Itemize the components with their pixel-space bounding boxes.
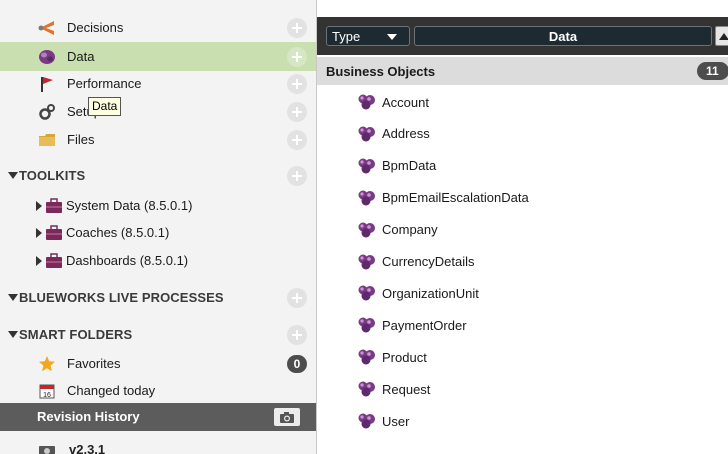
business-object-label: BpmEmailEscalationData xyxy=(382,190,529,206)
nav-item-label: Files xyxy=(67,132,95,147)
chevron-up-icon xyxy=(719,32,728,40)
smart-folder-label: Changed today xyxy=(67,383,156,398)
decisions-icon xyxy=(38,19,56,37)
business-object-item[interactable]: CurrencyDetails xyxy=(357,249,474,275)
gears-icon xyxy=(38,103,56,121)
add-file-button[interactable] xyxy=(287,129,307,150)
snapshot-icon xyxy=(38,441,56,454)
section-title: TOOLKITS xyxy=(19,168,86,183)
nav-item-label: Data xyxy=(67,49,95,64)
nav-item-decisions[interactable]: Decisions xyxy=(0,13,316,42)
panel-toolbar: Type Data xyxy=(317,17,728,55)
toolkit-icon xyxy=(45,252,63,270)
business-object-item[interactable]: Company xyxy=(357,217,438,243)
business-object-item[interactable]: PaymentOrder xyxy=(357,312,467,338)
add-smart-folder-button[interactable] xyxy=(287,324,307,345)
business-object-icon xyxy=(357,348,377,366)
business-object-icon xyxy=(357,380,377,398)
nav-item-performance[interactable]: Performance xyxy=(0,69,316,98)
business-object-label: BpmData xyxy=(382,158,437,174)
business-object-item[interactable]: BpmEmailEscalationData xyxy=(357,185,529,211)
blueworks-section-header[interactable]: BLUEWORKS LIVE PROCESSES xyxy=(0,283,316,312)
business-object-icon xyxy=(357,221,377,239)
business-object-label: Request xyxy=(382,381,431,397)
business-object-icon xyxy=(357,157,377,175)
flag-icon xyxy=(38,75,56,93)
business-object-icon xyxy=(357,284,377,302)
add-decision-button[interactable] xyxy=(287,17,307,38)
business-object-label: Address xyxy=(382,126,430,142)
business-object-label: OrganizationUnit xyxy=(382,285,479,301)
section-title: BLUEWORKS LIVE PROCESSES xyxy=(19,290,224,305)
toolkit-label: Coaches (8.5.0.1) xyxy=(66,225,170,240)
toolkit-item[interactable]: Dashboards (8.5.0.1) xyxy=(0,246,316,275)
smart-folders-section-header[interactable]: SMART FOLDERS xyxy=(0,320,316,349)
toolkit-label: System Data (8.5.0.1) xyxy=(66,198,193,213)
business-object-icon xyxy=(357,316,377,334)
type-filter-dropdown[interactable]: Type xyxy=(326,26,410,46)
toolkit-label: Dashboards (8.5.0.1) xyxy=(66,253,189,268)
section-title: Business Objects xyxy=(326,64,436,79)
nav-item-data[interactable]: Data xyxy=(0,42,316,71)
business-objects-section-header[interactable]: Business Objects 11 xyxy=(317,57,728,85)
business-object-icon xyxy=(357,253,377,271)
add-performance-button[interactable] xyxy=(287,73,307,94)
add-blueworks-process-button[interactable] xyxy=(287,287,307,308)
business-object-item[interactable]: Request xyxy=(357,376,430,402)
toolkit-item[interactable]: System Data (8.5.0.1) xyxy=(0,191,316,220)
business-object-icon xyxy=(357,93,377,111)
business-object-label: CurrencyDetails xyxy=(382,254,475,269)
business-object-icon xyxy=(357,189,377,207)
business-object-item[interactable]: Address xyxy=(357,121,430,147)
revision-history-title: Revision History xyxy=(37,409,140,424)
camera-icon[interactable] xyxy=(274,408,300,426)
smart-folder-changed-today[interactable]: 16 Changed today xyxy=(0,376,316,405)
business-object-item[interactable]: BpmData xyxy=(357,153,436,179)
collapse-panel-button[interactable] xyxy=(715,26,728,46)
data-library-panel: Type Data Business Objects 11 Account Add… xyxy=(316,0,728,454)
business-object-item[interactable]: Product xyxy=(357,344,427,370)
business-object-label: Company xyxy=(382,222,438,238)
business-object-item[interactable]: Account xyxy=(357,89,429,115)
business-object-label: Product xyxy=(382,349,427,365)
business-object-label: User xyxy=(382,413,410,429)
business-object-item[interactable]: OrganizationUnit xyxy=(357,280,479,306)
star-icon xyxy=(38,355,56,373)
revision-version-label: v2.3.1 xyxy=(69,442,106,454)
business-object-icon xyxy=(357,125,377,143)
toolkits-section-header[interactable]: TOOLKITS xyxy=(0,161,316,190)
business-object-icon xyxy=(357,412,377,430)
toolkit-icon xyxy=(45,224,63,242)
toolkit-icon xyxy=(45,197,63,215)
section-title: SMART FOLDERS xyxy=(19,327,133,342)
type-filter-label: Type xyxy=(332,28,361,44)
add-setup-button[interactable] xyxy=(287,101,307,122)
chevron-down-icon xyxy=(387,34,397,40)
panel-title: Data xyxy=(414,26,712,46)
business-object-item[interactable]: User xyxy=(357,408,409,434)
revision-history-header[interactable]: Revision History xyxy=(0,403,316,431)
data-icon xyxy=(38,48,56,66)
nav-item-files[interactable]: Files xyxy=(0,125,316,154)
nav-item-setup[interactable]: Setup xyxy=(0,97,316,126)
designer-canvas-edge xyxy=(317,0,728,17)
toolkit-item[interactable]: Coaches (8.5.0.1) xyxy=(0,218,316,247)
add-toolkit-button[interactable] xyxy=(287,165,307,186)
add-data-button[interactable] xyxy=(287,46,307,67)
revision-item[interactable]: v2.3.1 xyxy=(0,431,316,454)
tooltip: Data xyxy=(88,97,122,116)
library-sidebar: Decisions Data Performance Setup Files D… xyxy=(0,0,316,454)
smart-folder-favorites[interactable]: Favorites 0 xyxy=(0,349,316,378)
business-object-label: PaymentOrder xyxy=(382,317,467,333)
favorites-count-badge: 0 xyxy=(287,354,307,373)
svg-text:16: 16 xyxy=(43,392,51,399)
folder-icon xyxy=(38,131,56,149)
smart-folder-label: Favorites xyxy=(67,356,121,371)
nav-item-label: Decisions xyxy=(67,20,124,35)
nav-item-label: Performance xyxy=(67,76,142,91)
business-objects-count-badge: 11 xyxy=(697,62,728,80)
calendar-icon: 16 xyxy=(38,382,56,400)
business-object-label: Account xyxy=(382,94,429,110)
